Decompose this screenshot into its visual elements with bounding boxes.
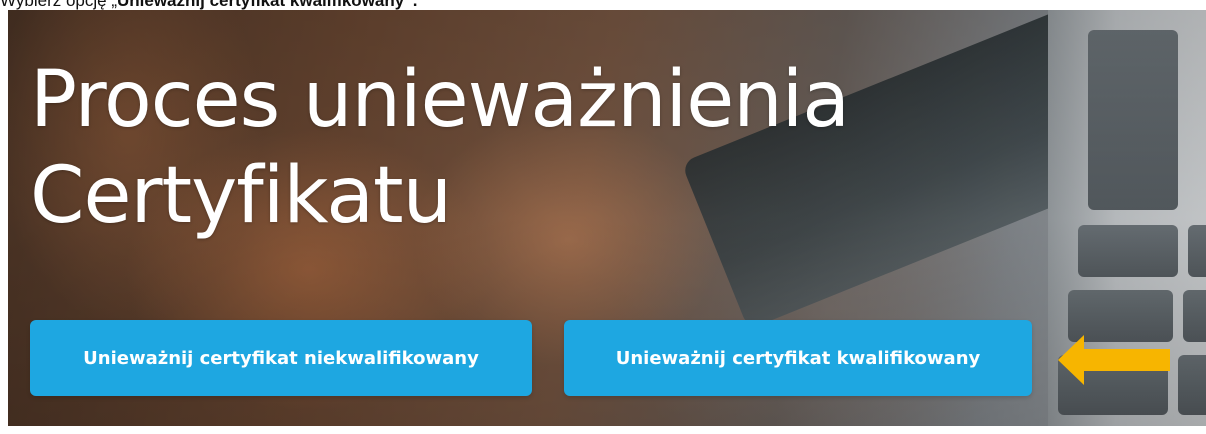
instruction-suffix: ”. [404,0,418,10]
revoke-qualified-button[interactable]: Unieważnij certyfikat kwalifikowany [564,320,1032,396]
instruction-prefix: Wybierz opcję „ [0,0,117,10]
instruction-emphasis: Unieważnij certyfikat kwalifikowany [117,0,405,10]
arrow-left-icon [1058,335,1170,385]
hero-banner: Proces unieważnienia Certyfikatu Unieważ… [8,10,1206,426]
page-title-line-2: Certyfikatu [30,151,452,241]
page-title: Proces unieważnienia Certyfikatu [30,52,850,244]
page-title-line-1: Proces unieważnienia [30,55,850,145]
revoke-non-qualified-button[interactable]: Unieważnij certyfikat niekwalifikowany [30,320,532,396]
